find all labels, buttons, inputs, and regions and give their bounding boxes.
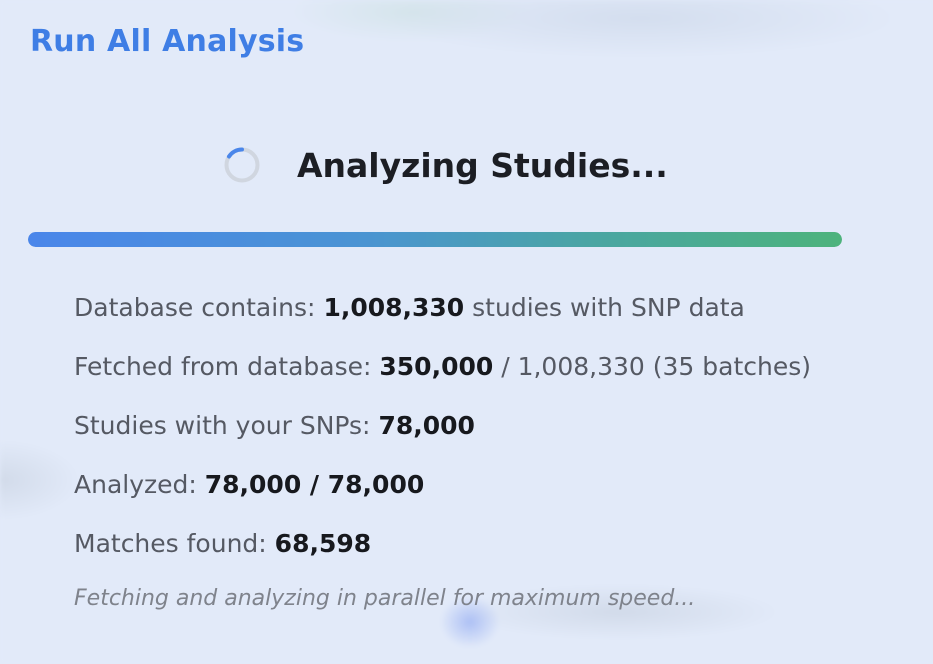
stat-value: 1,008,330 xyxy=(323,293,465,322)
stat-label: Matches found: xyxy=(74,529,275,558)
stat-label: Studies with your SNPs: xyxy=(74,411,379,440)
status-text: Analyzing Studies... xyxy=(297,145,668,185)
stat-value: 68,598 xyxy=(274,529,372,558)
stat-fetched-from-database: Fetched from database: 350,000 / 1,008,3… xyxy=(74,347,874,406)
stat-label: Database contains: xyxy=(74,293,324,322)
run-all-analysis-panel: Run All Analysis Analyzing Studies... Da… xyxy=(0,0,933,664)
processing-note: Fetching and analyzing in parallel for m… xyxy=(74,586,696,611)
progress-bar xyxy=(28,232,842,247)
status-row: Analyzing Studies... xyxy=(224,140,668,190)
stats-list: Database contains: 1,008,330 studies wit… xyxy=(74,288,874,583)
stat-database-contains: Database contains: 1,008,330 studies wit… xyxy=(74,288,874,347)
stat-suffix: studies with SNP data xyxy=(464,293,745,322)
stat-label: Fetched from database: xyxy=(74,352,380,381)
stat-value: 78,000 / 78,000 xyxy=(204,470,425,499)
stat-value: 78,000 xyxy=(378,411,475,440)
stat-matches-found: Matches found: 68,598 xyxy=(74,524,874,583)
progress-bar-fill xyxy=(28,232,842,247)
stat-analyzed: Analyzed: 78,000 / 78,000 xyxy=(74,465,874,524)
stat-studies-with-snps: Studies with your SNPs: 78,000 xyxy=(74,406,874,465)
stat-value: 350,000 xyxy=(379,352,494,381)
loading-spinner-icon xyxy=(224,147,260,183)
panel-title: Run All Analysis xyxy=(30,24,305,59)
stat-label: Analyzed: xyxy=(74,470,205,499)
stat-suffix: / 1,008,330 (35 batches) xyxy=(493,352,812,381)
